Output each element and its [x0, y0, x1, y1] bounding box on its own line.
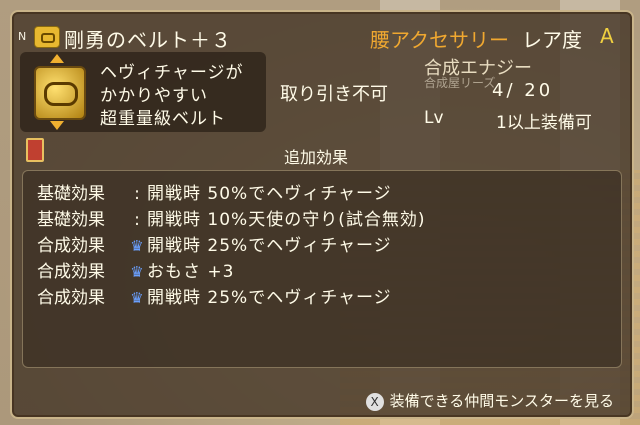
effect-text: おもさ +3: [147, 262, 235, 282]
effect-colon: :: [134, 184, 140, 204]
arrow-up-icon[interactable]: [50, 54, 64, 63]
effect-type: 合成効果: [37, 262, 105, 282]
effect-row: 合成効果 ♛ 開戦時 25%でヘヴィチャージ: [37, 231, 392, 257]
effects-title: 追加効果: [284, 148, 349, 167]
item-name: 剛勇のベルト＋３: [64, 28, 232, 52]
arrow-down-icon[interactable]: [50, 121, 64, 130]
view-monsters-button[interactable]: X 装備できる仲間モンスターを見る: [365, 390, 614, 411]
description-line: ヘヴィチャージが: [100, 63, 244, 83]
description-panel: ヘヴィチャージが かかりやすい 超重量級ベルト: [20, 52, 266, 132]
title-row: N 剛勇のベルト＋３ 腰アクセサリー レア度 A: [12, 18, 632, 52]
x-button-icon: X: [365, 392, 384, 411]
effect-row: 基礎効果: 開戦時 50%でヘヴィチャージ: [37, 179, 392, 205]
crown-icon: ♛: [130, 237, 144, 255]
level-requirement: 1以上装備可: [496, 113, 592, 133]
effect-row: 合成効果 ♛ おもさ +3: [37, 257, 234, 283]
description-line: 超重量級ベルト: [100, 109, 226, 129]
effect-type: 合成効果: [37, 236, 105, 256]
item-detail-window: N 剛勇のベルト＋３ 腰アクセサリー レア度 A ヘヴィチャージが かかりやすい…: [10, 10, 634, 419]
view-monsters-label: 装備できる仲間モンスターを見る: [389, 392, 614, 410]
effect-type: 合成効果: [37, 288, 105, 308]
book-icon[interactable]: [26, 138, 44, 162]
synthesis-sublabel: 合成屋リーズ: [424, 76, 496, 90]
crown-icon: ♛: [130, 263, 144, 281]
trade-status: 取り引き不可: [280, 84, 388, 105]
effect-row: 基礎効果: 開戦時 10%天使の守り(試合無効): [37, 205, 425, 231]
belt-icon: [34, 26, 60, 48]
effect-text: 開戦時 25%でヘヴィチャージ: [147, 288, 392, 308]
item-category: 腰アクセサリー: [370, 28, 509, 52]
level-label: Lv: [424, 108, 444, 128]
effect-type: 基礎効果: [37, 210, 105, 230]
synthesis-value: 4/ 20: [492, 80, 554, 101]
effect-text: 開戦時 10%天使の守り(試合無効): [147, 210, 426, 230]
rarity-label: レア度: [522, 28, 582, 52]
effect-row: 合成効果 ♛ 開戦時 25%でヘヴィチャージ: [37, 283, 392, 309]
crown-icon: ♛: [130, 289, 144, 307]
rarity-value: A: [600, 24, 614, 48]
effects-panel: 基礎効果: 開戦時 50%でヘヴィチャージ 基礎効果: 開戦時 10%天使の守り(試…: [22, 170, 622, 368]
belt-icon-large: [34, 66, 86, 120]
n-badge: N: [18, 30, 27, 43]
description-line: かかりやすい: [100, 86, 208, 106]
effect-text: 開戦時 50%でヘヴィチャージ: [147, 184, 392, 204]
effect-colon: :: [134, 210, 140, 230]
effect-text: 開戦時 25%でヘヴィチャージ: [147, 236, 392, 256]
effect-type: 基礎効果: [37, 184, 105, 204]
